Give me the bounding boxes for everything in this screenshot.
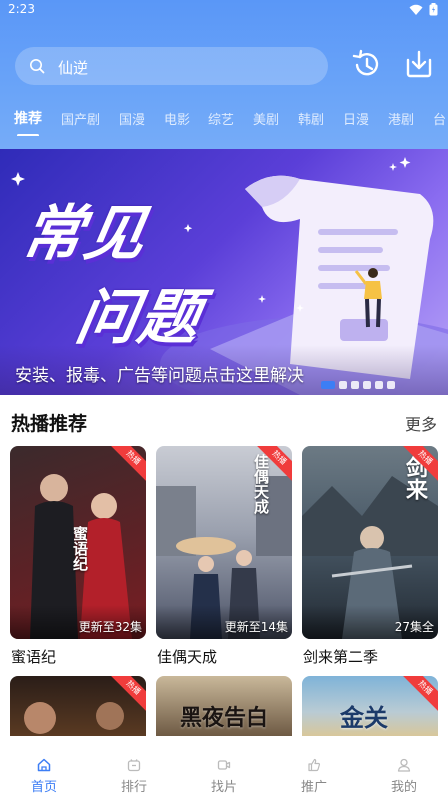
banner-pagination [321,381,395,389]
nav-label: 推广 [300,780,327,795]
video-card[interactable]: 蜜语纪 热播 更新至32集 [10,446,146,639]
download-icon[interactable] [404,48,434,80]
episode-label: 27集全 [394,620,434,634]
history-icon[interactable] [351,48,381,80]
nav-profile[interactable]: 我的 [364,736,444,798]
pagination-dot[interactable] [351,381,359,389]
bottom-nav: 首页 排行 找片 推广 我的 [0,736,448,798]
banner-caption: 安装、报毒、广告等问题点击这里解决 [15,366,304,386]
status-time: 2:23 [8,2,35,16]
video-card[interactable]: 热播 [10,676,146,736]
poster-title: 佳偶天成 [252,454,270,514]
banner-title-line2: 问题 [70,283,208,353]
status-bar: 2:23 [0,0,448,20]
search-bar[interactable]: 仙逆 [15,47,328,85]
tab-kr-drama[interactable]: 韩剧 [298,109,324,128]
video-card[interactable]: 佳偶天成 热播 更新至14集 [156,446,292,639]
pagination-dot[interactable] [363,381,371,389]
more-link[interactable]: 更多 [405,411,437,435]
home-icon [37,758,51,772]
pagination-dot[interactable] [321,381,335,389]
header: 2:23 仙逆 推荐 国产剧 国漫 电影 综艺 美剧 韩剧 日漫 港剧 台 [0,0,448,150]
card-title[interactable]: 剑来第二季 [303,646,378,667]
tab-domestic-anime[interactable]: 国漫 [119,109,145,128]
nav-label: 排行 [120,780,147,795]
nav-promote[interactable]: 推广 [274,736,354,798]
search-icon [30,59,45,74]
nav-label: 首页 [30,780,57,795]
nav-label: 找片 [210,780,237,795]
poster-title: 黑夜告白 [180,706,269,731]
nav-label: 我的 [390,780,417,795]
tab-domestic-drama[interactable]: 国产剧 [61,109,100,128]
tab-movie[interactable]: 电影 [164,109,190,128]
pagination-dot[interactable] [339,381,347,389]
video-card[interactable]: 黑夜告白 [156,676,292,736]
pagination-dot[interactable] [387,381,395,389]
nav-home[interactable]: 首页 [4,736,84,798]
episode-label: 更新至14集 [224,620,288,634]
status-icons [409,3,438,16]
episode-label: 更新至32集 [78,620,142,634]
promote-icon [308,758,321,772]
nav-ranking[interactable]: 排行 [94,736,174,798]
faq-banner[interactable]: 常见 问题 安装、报毒、广告等问题点击这里解决 [0,149,448,395]
tab-us-drama[interactable]: 美剧 [253,109,279,128]
category-tabs: 推荐 国产剧 国漫 电影 综艺 美剧 韩剧 日漫 港剧 台 [0,106,448,136]
hot-badge: 热播 [400,676,438,713]
tab-jp-anime[interactable]: 日漫 [343,109,369,128]
tab-variety[interactable]: 综艺 [208,109,234,128]
tab-recommend[interactable]: 推荐 [14,108,42,128]
card-title[interactable]: 蜜语纪 [11,646,56,667]
poster-title: 蜜语纪 [71,526,89,571]
pagination-dot[interactable] [375,381,383,389]
ranking-icon [127,759,141,772]
active-tab-indicator [17,134,39,136]
video-card[interactable]: 剑来 热播 27集全 [302,446,438,639]
video-card[interactable]: 金关 热播 [302,676,438,736]
tab-hk-drama[interactable]: 港剧 [388,109,414,128]
card-title[interactable]: 佳偶天成 [157,646,217,667]
nav-find-video[interactable]: 找片 [184,736,264,798]
battery-icon [429,3,438,16]
profile-icon [397,758,411,772]
find-video-icon [217,760,231,770]
tab-tw-drama[interactable]: 台 [433,109,446,128]
search-input[interactable]: 仙逆 [58,57,88,78]
section-title: 热播推荐 [11,413,88,435]
wifi-icon [409,4,423,15]
poster-title: 金关 [340,704,388,732]
banner-title-line1: 常见 [16,199,154,269]
